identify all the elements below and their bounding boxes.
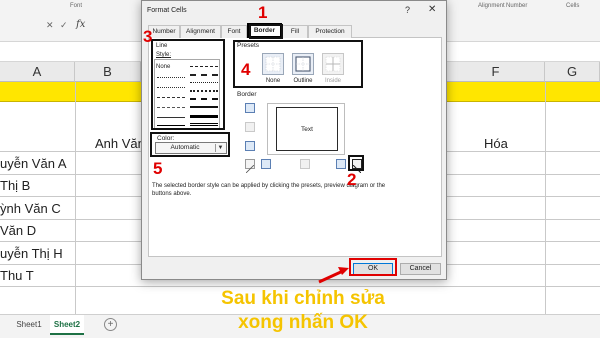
ribbon-group-alignment: Alignment: [478, 3, 505, 9]
sheet-tab-sheet1[interactable]: Sheet1: [12, 315, 46, 335]
tab-fill[interactable]: Fill: [282, 25, 308, 38]
caption-line-1: Sau khi chỉnh sửa: [221, 288, 385, 309]
step-number-4: 4: [241, 60, 251, 79]
step-number-2: 2: [347, 170, 357, 189]
step-number-1: 1: [258, 3, 268, 22]
column-header-a[interactable]: A: [0, 62, 75, 82]
border-right-button[interactable]: [336, 159, 346, 169]
tab-alignment[interactable]: Alignment: [180, 25, 221, 38]
border-inside-horizontal-button[interactable]: [245, 122, 255, 132]
border-preview[interactable]: Text: [267, 103, 345, 155]
ribbon-group-cells: Cells: [566, 3, 580, 9]
column-header-f[interactable]: F: [447, 62, 545, 82]
border-label: Border: [237, 91, 257, 98]
highlight-border-tab: [249, 24, 283, 39]
formula-cancel-icon[interactable]: ✕: [46, 20, 54, 31]
highlight-line-style: [151, 39, 225, 130]
sheet-tab-sheet2[interactable]: Sheet2: [50, 315, 84, 335]
dialog-title: Format Cells: [147, 7, 187, 14]
ribbon-group-number: Number: [506, 3, 528, 9]
preview-text: Text: [301, 126, 313, 133]
formula-enter-icon[interactable]: ✓: [60, 20, 68, 31]
column-header-g[interactable]: G: [545, 62, 600, 82]
step-number-5: 5: [153, 159, 163, 178]
highlight-color: [150, 132, 230, 157]
tab-number[interactable]: Number: [148, 25, 180, 38]
highlight-presets: [233, 40, 363, 88]
tab-font[interactable]: Font: [221, 25, 247, 38]
preview-cell[interactable]: Text: [276, 107, 338, 151]
name-cell[interactable]: Thị B: [0, 178, 30, 193]
arrow-icon: [318, 267, 349, 284]
insert-function-icon[interactable]: fx: [76, 19, 85, 30]
name-cell[interactable]: Thu T: [0, 268, 34, 283]
name-cell[interactable]: uyễn Văn A: [0, 156, 67, 171]
caption-line-2: xong nhấn OK: [238, 312, 368, 333]
help-icon[interactable]: ?: [405, 5, 410, 15]
name-cell[interactable]: uyễn Thị H: [0, 246, 63, 261]
cancel-button[interactable]: Cancel: [400, 263, 441, 275]
diagonal-up-icon: [245, 164, 255, 174]
name-cell[interactable]: ỳnh Văn C: [0, 201, 61, 216]
grid-line: [545, 82, 546, 314]
border-instructions: The selected border style can be applied…: [152, 183, 386, 197]
highlight-diagonal-button: [348, 155, 364, 171]
grid-line: [75, 82, 76, 314]
border-left-button[interactable]: [261, 159, 271, 169]
cell-anh-van[interactable]: Anh Văn: [95, 136, 145, 151]
border-bottom-button[interactable]: [245, 141, 255, 151]
highlight-ok-button: [349, 258, 397, 276]
name-cell[interactable]: Văn D: [0, 223, 36, 238]
add-sheet-icon[interactable]: +: [104, 318, 117, 331]
ribbon-group-font: Font: [70, 3, 83, 9]
step-number-3: 3: [143, 27, 153, 46]
cell-hoa[interactable]: Hóa: [484, 136, 508, 151]
column-header-b[interactable]: B: [75, 62, 141, 82]
tab-protection[interactable]: Protection: [308, 25, 352, 38]
border-diagonal-up-button[interactable]: [245, 159, 255, 174]
border-top-button[interactable]: [245, 103, 255, 113]
close-icon[interactable]: ✕: [428, 4, 436, 15]
border-inside-vertical-button[interactable]: [300, 159, 310, 169]
